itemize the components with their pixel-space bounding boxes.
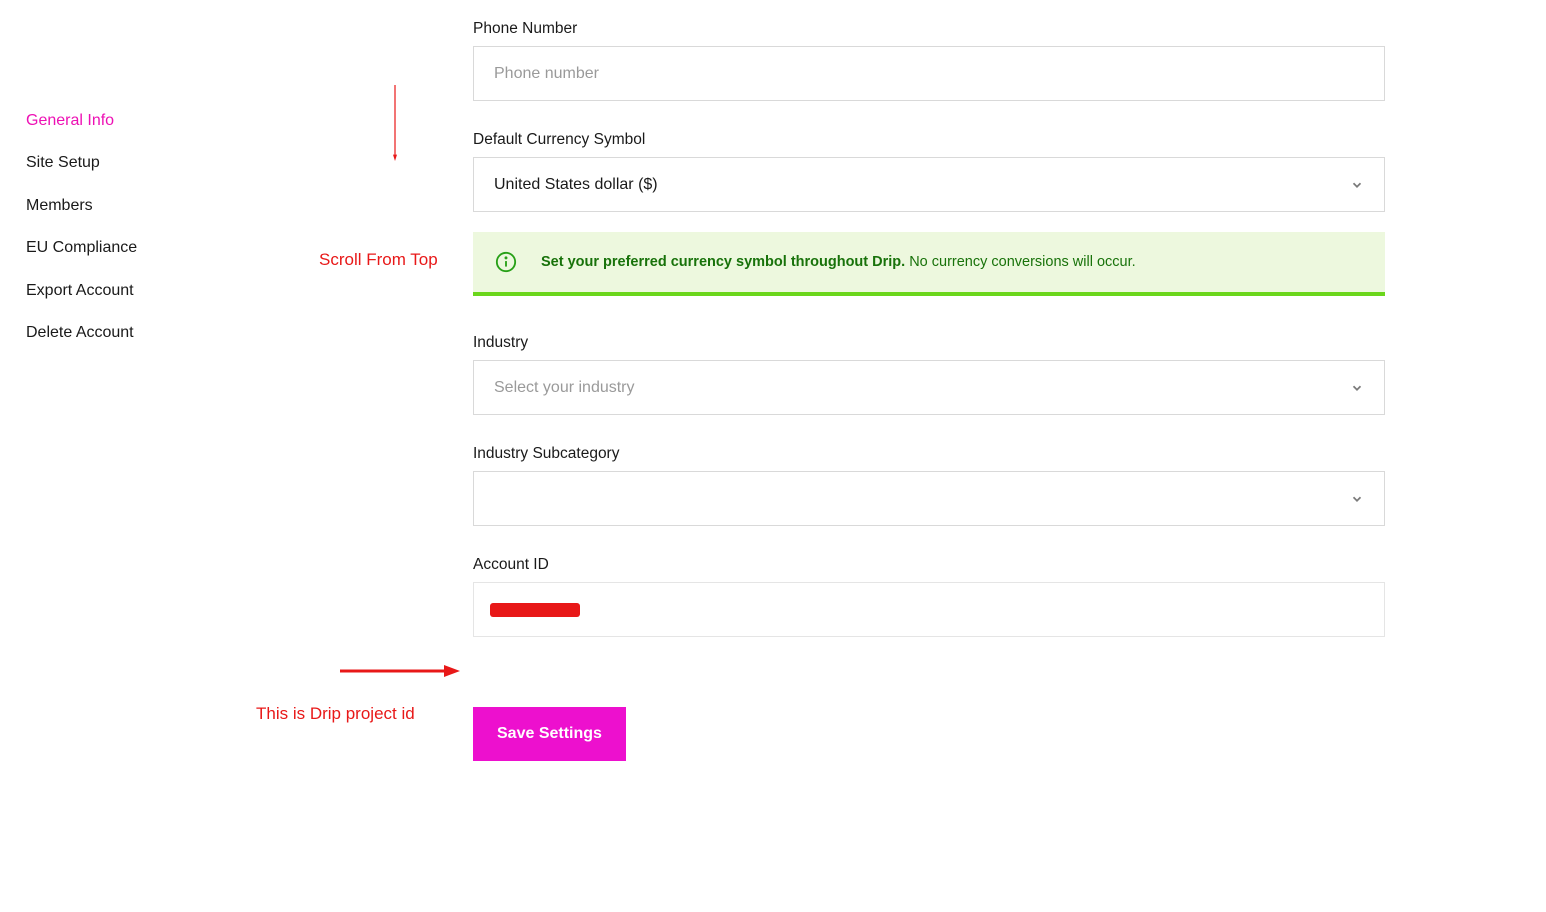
phone-number-label: Phone Number (473, 20, 1385, 38)
info-icon (495, 251, 517, 273)
industry-subcategory-select[interactable] (473, 471, 1385, 526)
field-phone-number: Phone Number (473, 20, 1385, 101)
sidebar-item-delete-account[interactable]: Delete Account (26, 322, 226, 344)
industry-label: Industry (473, 334, 1385, 352)
field-currency: Default Currency Symbol United States do… (473, 131, 1385, 296)
currency-label: Default Currency Symbol (473, 131, 1385, 149)
settings-sidebar: General Info Site Setup Members EU Compl… (26, 110, 226, 364)
chevron-down-icon (1350, 492, 1364, 506)
chevron-down-icon (1350, 178, 1364, 192)
annotation-arrow-down (393, 32, 397, 214)
sidebar-item-export-account[interactable]: Export Account (26, 280, 226, 302)
phone-number-input[interactable] (473, 46, 1385, 101)
settings-form: Phone Number Default Currency Symbol Uni… (473, 20, 1385, 761)
chevron-down-icon (1350, 381, 1364, 395)
sidebar-item-eu-compliance[interactable]: EU Compliance (26, 237, 226, 259)
annotation-scroll-from-top: Scroll From Top (319, 250, 438, 270)
currency-info-text: Set your preferred currency symbol throu… (541, 254, 1136, 270)
field-account-id: Account ID (473, 556, 1385, 637)
currency-select[interactable]: United States dollar ($) (473, 157, 1385, 212)
currency-info-banner: Set your preferred currency symbol throu… (473, 232, 1385, 296)
field-industry: Industry Select your industry (473, 334, 1385, 415)
account-id-redacted (490, 603, 580, 617)
account-id-label: Account ID (473, 556, 1385, 574)
industry-select[interactable]: Select your industry (473, 360, 1385, 415)
annotation-drip-project-id: This is Drip project id (256, 704, 415, 724)
save-settings-button[interactable]: Save Settings (473, 707, 626, 761)
annotation-arrow-right (340, 663, 460, 679)
sidebar-item-site-setup[interactable]: Site Setup (26, 152, 226, 174)
sidebar-item-general-info[interactable]: General Info (26, 110, 226, 132)
industry-select-placeholder: Select your industry (494, 379, 635, 397)
currency-select-value: United States dollar ($) (494, 176, 658, 194)
field-industry-subcategory: Industry Subcategory (473, 445, 1385, 526)
industry-subcategory-label: Industry Subcategory (473, 445, 1385, 463)
account-id-display (473, 582, 1385, 637)
sidebar-item-members[interactable]: Members (26, 195, 226, 217)
